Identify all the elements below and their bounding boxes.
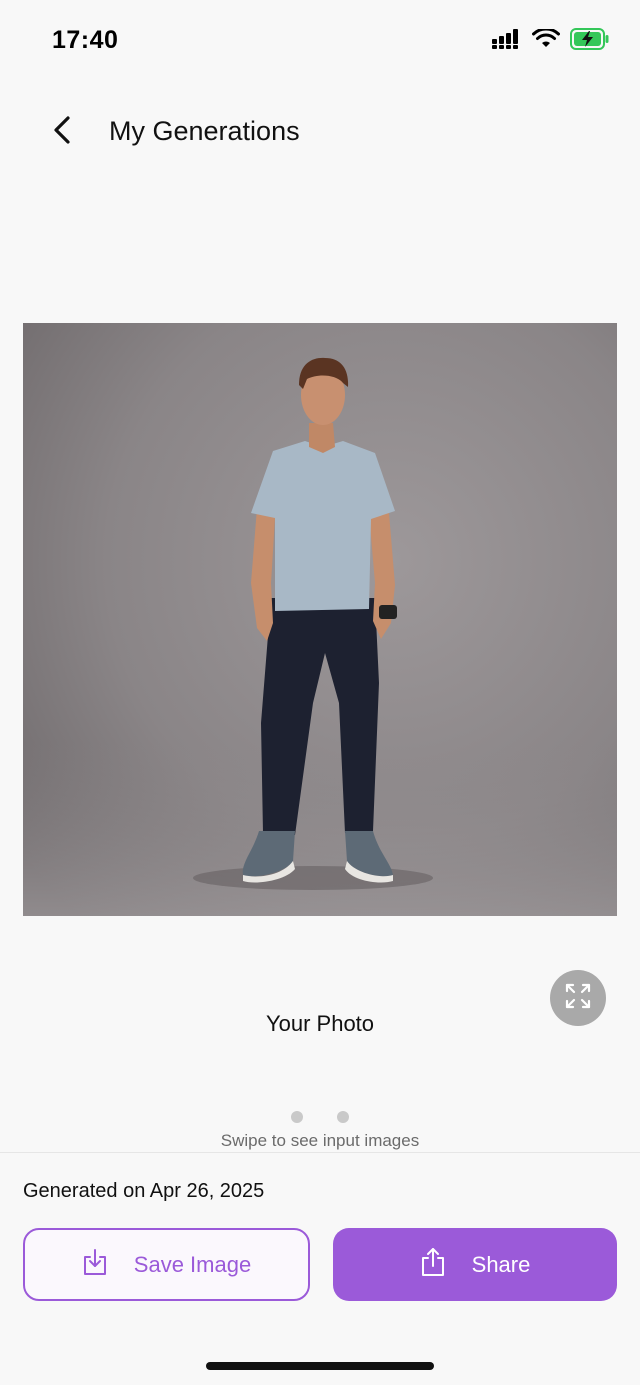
save-image-button[interactable]: Save Image: [23, 1228, 310, 1301]
share-button[interactable]: Share: [333, 1228, 617, 1301]
pagination-dots: [0, 1111, 640, 1123]
generated-date: Generated on Apr 26, 2025: [23, 1180, 265, 1202]
generated-photo[interactable]: [23, 323, 617, 916]
generation-detail-screen: 17:40 My Generations Your Photo Swipe to…: [0, 0, 640, 1385]
generated-photo-man-standing: [23, 323, 617, 916]
back-button[interactable]: [40, 110, 84, 154]
save-image-label: Save Image: [133, 1251, 252, 1277]
pagination-dot[interactable]: [337, 1111, 349, 1123]
page-title: My Generations: [109, 116, 300, 146]
share-label: Share: [471, 1251, 531, 1277]
swipe-hint: Swipe to see input images: [220, 1131, 420, 1150]
status-time: 17:40: [52, 26, 119, 54]
pagination-dot[interactable]: [291, 1111, 303, 1123]
share-icon: [420, 1247, 446, 1283]
cellular-signal-icon: [492, 28, 522, 54]
status-icons: [492, 26, 610, 55]
photo-caption: Your Photo: [265, 1011, 375, 1036]
wifi-icon: [532, 26, 560, 54]
expand-arrows-icon: [564, 982, 592, 1015]
battery-charging-icon: [570, 27, 610, 55]
download-icon: [82, 1248, 108, 1282]
divider: [0, 1152, 640, 1153]
home-indicator[interactable]: [206, 1362, 434, 1370]
chevron-left-icon: [51, 115, 73, 150]
